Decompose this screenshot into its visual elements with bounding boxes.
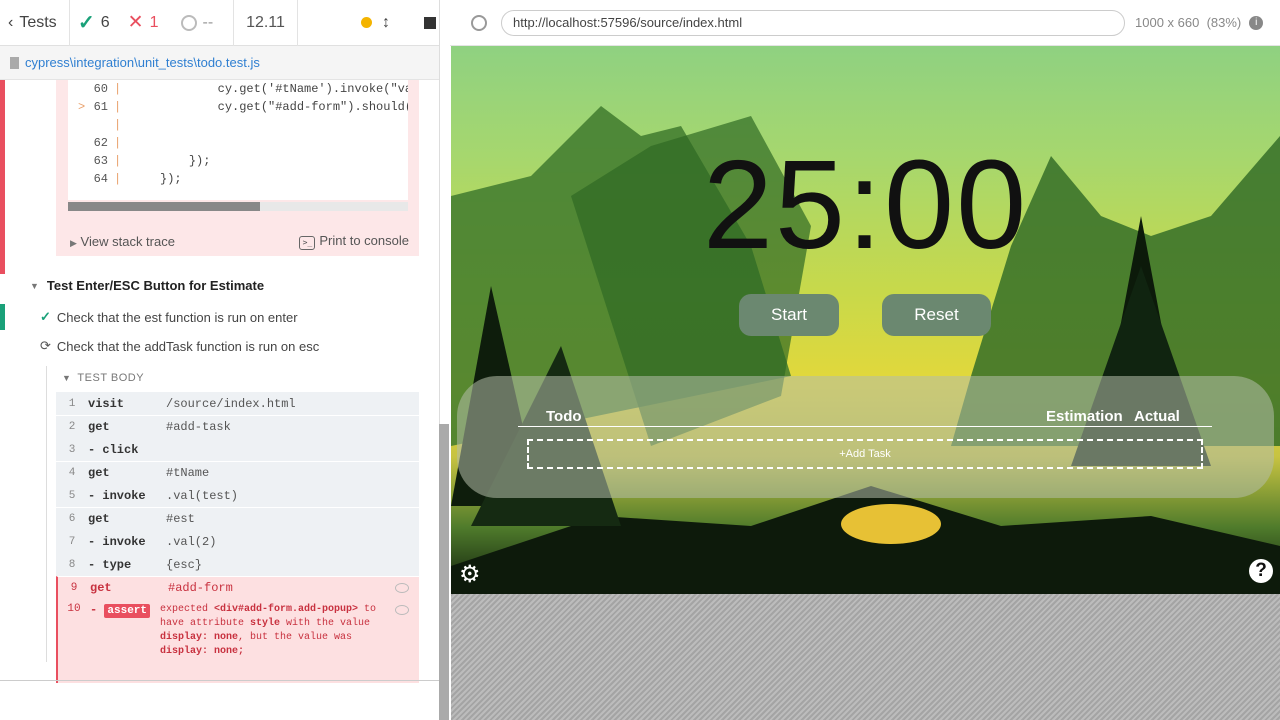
pending-count: --: [202, 13, 214, 31]
passed-count: 6: [100, 13, 110, 31]
header-divider: [518, 426, 1212, 427]
suite-title[interactable]: ▼ Test Enter/ESC Button for Estimate: [30, 278, 264, 293]
view-stack-trace-toggle[interactable]: ▶ View stack trace: [70, 234, 175, 249]
x-icon: ✕: [127, 12, 144, 33]
code-line: 62 |: [93, 136, 122, 150]
back-label: Tests: [19, 13, 57, 31]
caret-right-icon: ▶: [70, 237, 77, 248]
test-item-passed[interactable]: ✓ Check that the est function is run on …: [40, 309, 298, 325]
code-line: | ^: [114, 118, 408, 132]
cypress-reporter: ‹ Tests ✓ 6 ✕ 1 -- 12.11 ↕ cypress\integ…: [0, 0, 440, 720]
failed-test-indicator: [0, 80, 5, 274]
viewport-info: 1000 x 660 (83%): [1135, 15, 1242, 30]
failed-count: 1: [149, 13, 159, 31]
code-frame: 60 | cy.get('#tName').invoke("val >61 | cy…: [68, 80, 408, 200]
check-icon: ✓: [78, 12, 95, 34]
column-todo: Todo: [546, 408, 582, 425]
assert-badge: assert: [104, 604, 151, 618]
test-body-toggle[interactable]: ▼ TEST BODY: [62, 372, 144, 384]
caret-down-icon: ▼: [62, 373, 72, 383]
add-task-button[interactable]: +Add Task: [527, 439, 1203, 469]
duration: 12.11: [234, 0, 298, 46]
column-actual: Actual: [1134, 408, 1180, 425]
run-controls: ↕: [298, 0, 439, 46]
caret-down-icon: ▼: [30, 280, 39, 291]
help-icon[interactable]: ?: [1249, 559, 1273, 583]
chevron-left-icon: ‹: [8, 13, 14, 31]
spec-path: cypress\integration\unit_tests\todo.test…: [25, 55, 260, 70]
stats-bar: ‹ Tests ✓ 6 ✕ 1 -- 12.11 ↕: [0, 0, 439, 46]
reset-button[interactable]: Reset: [882, 294, 991, 336]
print-to-console-button[interactable]: >_ Print to console: [299, 233, 409, 250]
running-indicator-icon: [361, 17, 372, 28]
command-row[interactable]: 4 get #tName: [56, 461, 419, 484]
code-line: 60 | cy.get('#tName').invoke("val: [93, 82, 408, 96]
code-line-highlighted: >61 | cy.get("#add-form").should(': [78, 100, 408, 114]
selector-playground-crosshair-icon[interactable]: [471, 14, 487, 31]
file-icon: [10, 56, 19, 69]
assert-row-failed[interactable]: 10 - assert expected <div#add-form.add-p…: [56, 599, 419, 683]
stop-icon[interactable]: [424, 16, 436, 29]
command-log: 1 visit/source/index.html 2 get #add-task 3…: [56, 392, 419, 683]
terminal-icon: >_: [299, 235, 316, 250]
check-icon: ✓: [40, 309, 51, 324]
test-body-guide: [46, 366, 47, 662]
code-line: 63 | });: [93, 154, 211, 168]
viewport-overflow-area: [451, 594, 1280, 720]
eye-hidden-icon: [395, 605, 409, 615]
command-row[interactable]: 5- invoke .val(test): [56, 484, 419, 507]
back-to-tests-button[interactable]: ‹ Tests: [0, 0, 70, 46]
pomodoro-app: 25:00 Start Reset Todo Estimation Actual…: [451, 46, 1280, 594]
landscape-background: [451, 106, 1280, 594]
code-scroll-thumb[interactable]: [68, 202, 260, 211]
command-row[interactable]: 1 visit/source/index.html: [56, 392, 419, 415]
command-row[interactable]: 8- type {esc}: [56, 553, 419, 576]
command-row[interactable]: 7- invoke .val(2): [56, 530, 419, 553]
command-row[interactable]: 2 get #add-task: [56, 415, 419, 438]
eye-hidden-icon: [395, 583, 409, 593]
spec-file-link[interactable]: cypress\integration\unit_tests\todo.test…: [0, 46, 439, 80]
auto-scroll-icon[interactable]: ↕: [382, 14, 390, 32]
test-item-running[interactable]: ⟳ Check that the addTask function is run…: [40, 338, 319, 354]
aut-header: http://localhost:57596/source/index.html…: [450, 0, 1280, 46]
stack-trace-row: ▶ View stack trace >_ Print to console: [56, 226, 419, 256]
todo-panel: [457, 376, 1274, 498]
gear-icon[interactable]: ⚙: [459, 560, 481, 589]
code-scrollbar[interactable]: [68, 202, 408, 211]
url-bar[interactable]: http://localhost:57596/source/index.html: [501, 9, 1125, 36]
reporter-scrollbar[interactable]: [439, 424, 449, 720]
column-estimation: Estimation: [1046, 408, 1123, 425]
timer-display: 25:00: [702, 134, 1029, 275]
refresh-icon: ⟳: [40, 338, 51, 353]
divider: [0, 680, 439, 681]
test-counts: ✓ 6 ✕ 1 --: [70, 0, 234, 46]
passed-test-indicator: [0, 304, 5, 330]
start-button[interactable]: Start: [739, 294, 839, 336]
command-row[interactable]: 6 get #est: [56, 507, 419, 530]
assert-message: expected <div#add-form.add-popup> to hav…: [160, 604, 377, 657]
pending-circle-icon: [180, 14, 197, 31]
code-line: 64 | });: [93, 172, 182, 186]
command-row[interactable]: 3- click: [56, 438, 419, 461]
info-icon[interactable]: i: [1249, 15, 1264, 30]
command-row-failed[interactable]: 9 get #add-form: [56, 576, 419, 599]
